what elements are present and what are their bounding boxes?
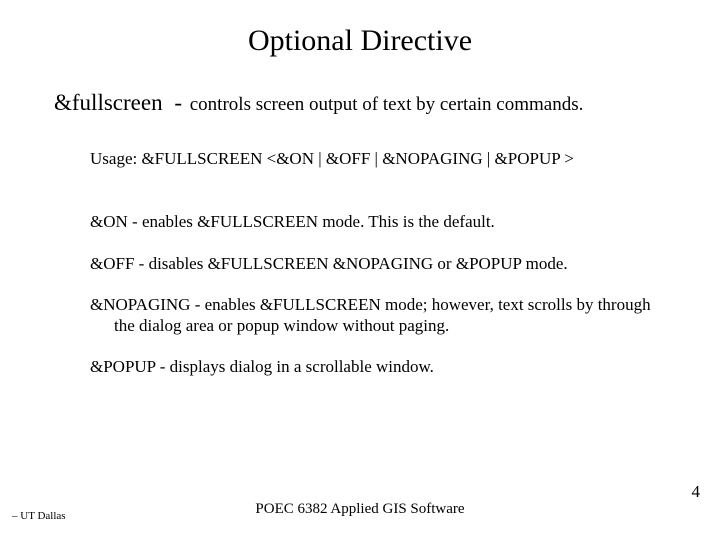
param-off: &OFF - disables &FULLSCREEN &NOPAGING or… [90, 253, 660, 274]
usage-line: Usage: &FULLSCREEN <&ON | &OFF | &NOPAGI… [90, 148, 660, 169]
directive-line: &fullscreen - controls screen output of … [54, 90, 583, 116]
param-on: &ON - enables &FULLSCREEN mode. This is … [90, 211, 660, 232]
param-popup: &POPUP - displays dialog in a scrollable… [90, 356, 660, 377]
slide: Optional Directive &fullscreen - control… [0, 0, 720, 540]
param-nopaging: &NOPAGING - enables &FULLSCREEN mode; ho… [90, 294, 660, 337]
slide-body: Usage: &FULLSCREEN <&ON | &OFF | &NOPAGI… [90, 148, 660, 398]
directive-dash: - [174, 90, 182, 115]
directive-name: &fullscreen [54, 90, 163, 115]
directive-desc: controls screen output of text by certai… [190, 94, 584, 115]
slide-title: Optional Directive [0, 24, 720, 58]
page-number: 4 [692, 482, 701, 502]
footer-center: POEC 6382 Applied GIS Software [0, 501, 720, 518]
